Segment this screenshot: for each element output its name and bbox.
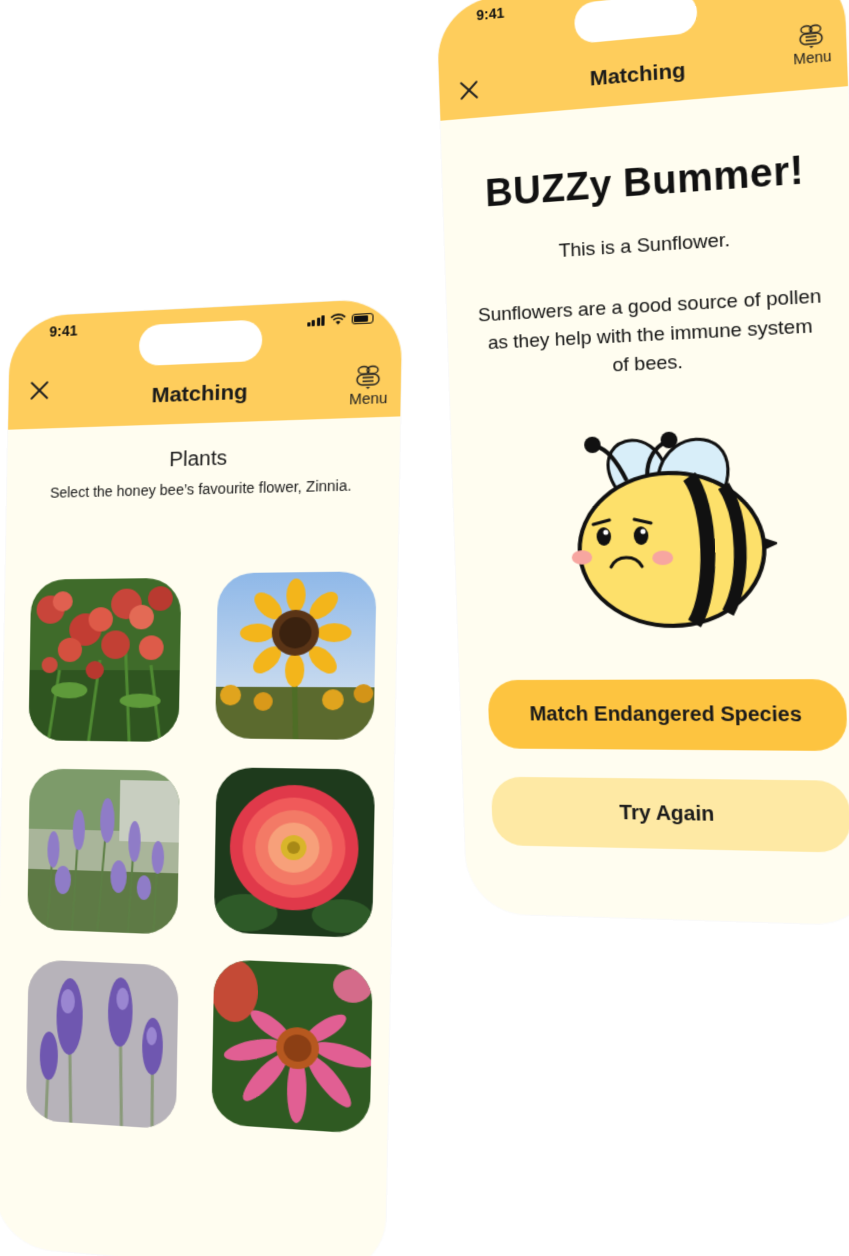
phone-screen-plants: 9:41 Matching Menu Plants Select the hon… bbox=[0, 297, 403, 1256]
bee-menu-icon bbox=[352, 364, 385, 390]
wifi-icon bbox=[330, 313, 346, 325]
flower-fact-text: Sunflowers are a good source of pollen a… bbox=[477, 285, 822, 377]
status-time: 9:41 bbox=[476, 4, 505, 24]
sad-bee-illustration bbox=[543, 431, 780, 643]
nav-title: Matching bbox=[589, 58, 686, 91]
dynamic-island bbox=[138, 319, 263, 367]
match-endangered-species-button[interactable]: Match Endangered Species bbox=[487, 679, 848, 752]
red-milkweed-image bbox=[28, 577, 182, 743]
menu-label: Menu bbox=[348, 389, 388, 408]
section-title: Plants bbox=[169, 447, 228, 472]
status-time: 9:41 bbox=[49, 322, 78, 340]
sunflower-image bbox=[215, 571, 377, 741]
instruction-text: Select the honey bee’s favourite flower,… bbox=[49, 476, 352, 501]
feedback-headline: BUZZy Bummer! bbox=[484, 148, 805, 216]
bee-menu-icon bbox=[795, 22, 829, 49]
menu-button[interactable]: Menu bbox=[349, 364, 388, 408]
coneflower-image bbox=[211, 959, 373, 1135]
lavender-image bbox=[25, 959, 179, 1130]
header-bar: 9:41 Matching Menu bbox=[436, 0, 849, 121]
try-again-button[interactable]: Try Again bbox=[490, 776, 849, 853]
identified-flower-text: This is a Sunflower. bbox=[558, 229, 731, 263]
zinnia-image bbox=[213, 767, 376, 939]
menu-button[interactable]: Menu bbox=[792, 22, 832, 68]
flower-option-sunflower[interactable] bbox=[215, 571, 377, 741]
status-icons bbox=[306, 312, 374, 327]
flower-option-red-milkweed[interactable] bbox=[28, 577, 182, 743]
flower-option-lavender[interactable] bbox=[25, 959, 179, 1130]
signal-icon bbox=[306, 314, 325, 327]
menu-label: Menu bbox=[792, 47, 832, 68]
flower-option-zinnia[interactable] bbox=[213, 767, 376, 939]
battery-icon bbox=[351, 312, 374, 324]
header-bar: 9:41 Matching Menu bbox=[8, 297, 403, 430]
catmint-image bbox=[27, 768, 181, 935]
nav-title: Matching bbox=[151, 380, 248, 408]
flower-option-catmint[interactable] bbox=[27, 768, 181, 935]
phone-screen-feedback: 9:41 Matching Menu BUZZy Bummer! This is… bbox=[436, 0, 849, 926]
dynamic-island bbox=[573, 0, 698, 45]
flower-option-coneflower[interactable] bbox=[211, 959, 373, 1135]
